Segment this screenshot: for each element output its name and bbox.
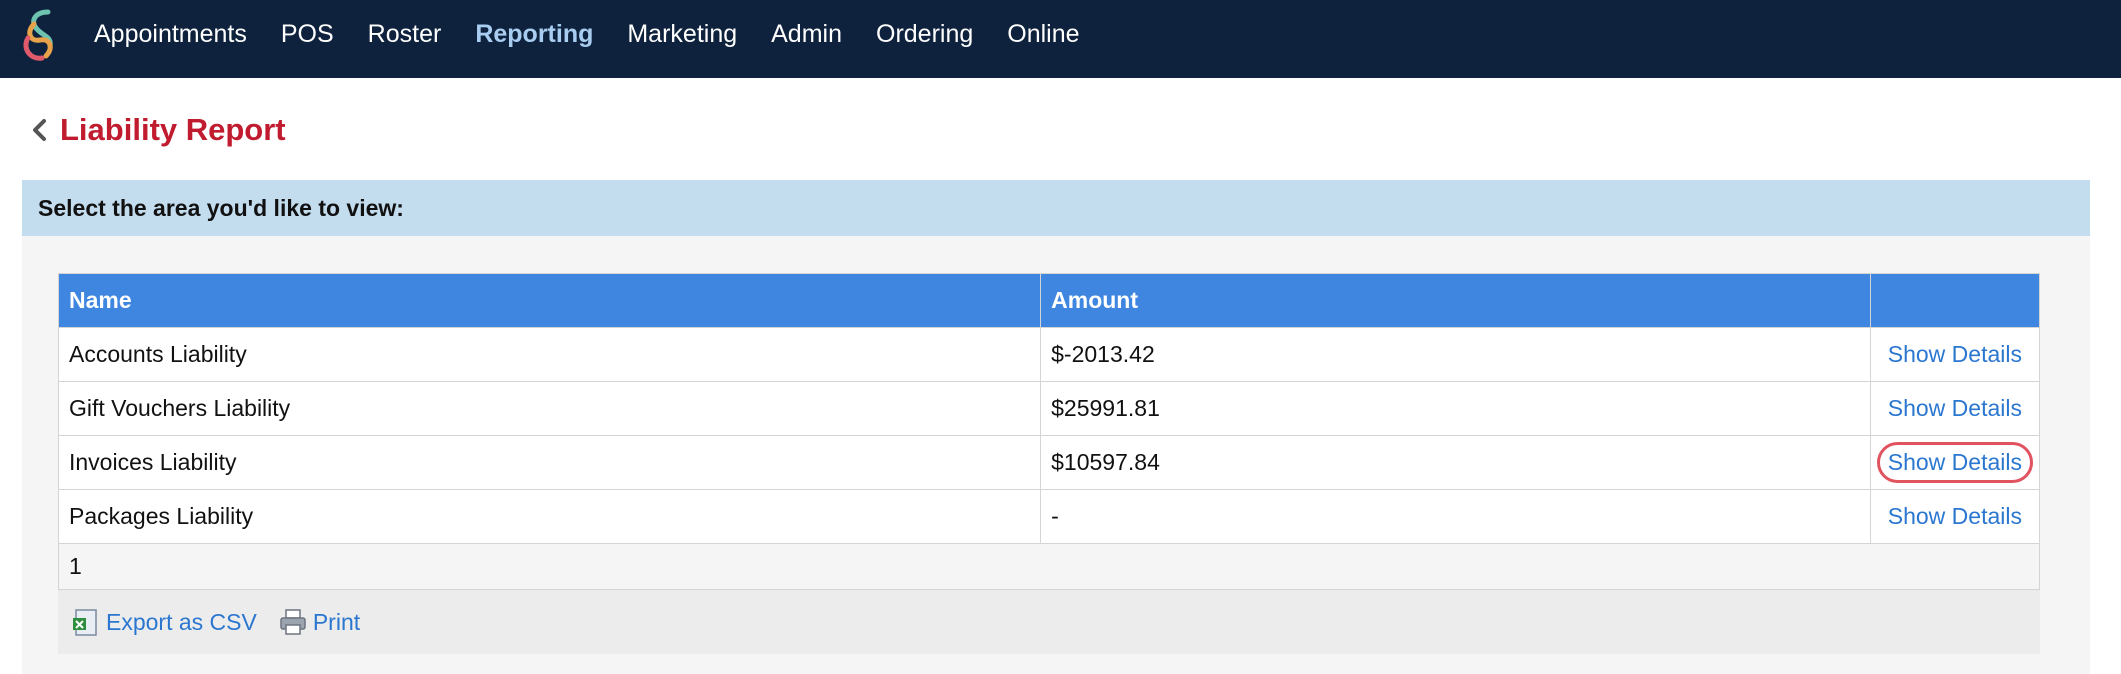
row-action-cell: Show Details: [1869, 327, 2041, 382]
spreadsheet-icon: [73, 609, 97, 636]
row-name: Invoices Liability: [57, 435, 1042, 490]
show-details-link[interactable]: Show Details: [1888, 503, 2022, 529]
table-row: Packages Liability - Show Details: [57, 489, 2041, 544]
export-csv-button[interactable]: Export as CSV: [72, 607, 257, 637]
column-header-name[interactable]: Name: [57, 273, 1042, 328]
show-details-link[interactable]: Show Details: [1888, 341, 2022, 367]
row-action-cell: Show Details: [1869, 381, 2041, 436]
nav-online[interactable]: Online: [1007, 20, 1079, 49]
row-name: Gift Vouchers Liability: [57, 381, 1042, 436]
nav-admin[interactable]: Admin: [771, 20, 842, 49]
print-button[interactable]: Print: [279, 607, 360, 637]
table-row: Invoices Liability $10597.84 Show Detail…: [57, 435, 2041, 490]
page-title-row: Liability Report: [28, 108, 286, 152]
nav-appointments[interactable]: Appointments: [94, 20, 247, 49]
row-amount: $10597.84: [1040, 435, 1871, 490]
table-row: Gift Vouchers Liability $25991.81 Show D…: [57, 381, 2041, 436]
main-nav: Appointments POS Roster Reporting Market…: [94, 0, 1114, 68]
app-logo-icon[interactable]: [18, 6, 64, 64]
printer-icon: [280, 609, 306, 635]
show-details-link[interactable]: Show Details: [1888, 395, 2022, 421]
nav-reporting[interactable]: Reporting: [475, 20, 593, 49]
row-name: Packages Liability: [57, 489, 1042, 544]
show-details-link-highlighted[interactable]: Show Details: [1876, 442, 2033, 483]
page-number[interactable]: 1: [58, 543, 2040, 590]
print-label: Print: [312, 608, 361, 635]
nav-ordering[interactable]: Ordering: [876, 20, 973, 49]
section-prompt: Select the area you'd like to view:: [38, 194, 404, 221]
export-csv-label: Export as CSV: [106, 608, 257, 635]
row-action-cell: Show Details: [1869, 489, 2041, 544]
table-footer-actions: Export as CSV Print: [58, 590, 2040, 654]
column-header-action: [1869, 273, 2041, 328]
report-panel: Select the area you'd like to view: Name…: [22, 180, 2090, 674]
table-row: Accounts Liability $-2013.42 Show Detail…: [57, 327, 2041, 382]
panel-header: Select the area you'd like to view:: [22, 180, 2090, 236]
nav-roster[interactable]: Roster: [368, 20, 442, 49]
top-navigation-bar: Appointments POS Roster Reporting Market…: [0, 0, 2121, 78]
liability-table: Name Amount Accounts Liability $-2013.42…: [57, 273, 2041, 590]
row-amount: -: [1040, 489, 1871, 544]
row-amount: $25991.81: [1040, 381, 1871, 436]
row-name: Accounts Liability: [57, 327, 1042, 382]
pager-row: 1: [58, 543, 2040, 590]
column-header-amount[interactable]: Amount: [1040, 273, 1871, 328]
row-amount: $-2013.42: [1040, 327, 1871, 382]
nav-pos[interactable]: POS: [281, 20, 334, 49]
page-title: Liability Report: [60, 112, 286, 147]
row-action-cell: Show Details: [1869, 435, 2041, 490]
chevron-left-icon[interactable]: [28, 115, 52, 145]
nav-marketing[interactable]: Marketing: [627, 20, 737, 49]
table-header-row: Name Amount: [57, 273, 2041, 328]
